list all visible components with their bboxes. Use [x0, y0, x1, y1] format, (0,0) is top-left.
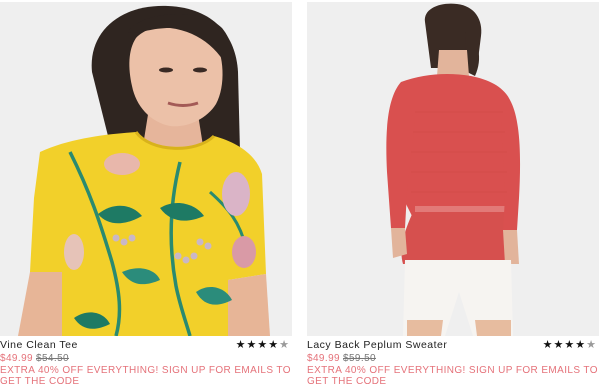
star-icon: ★	[246, 339, 258, 351]
product-title-row: Vine Clean Tee ★★★★★	[0, 339, 292, 353]
promo-message: EXTRA 40% OFF EVERYTHING! SIGN UP FOR EM…	[307, 365, 598, 387]
star-icon: ★	[257, 339, 269, 351]
half-star-icon: ★	[586, 339, 597, 351]
product-image[interactable]	[0, 2, 292, 336]
product-grid: Vine Clean Tee ★★★★★ $49.99 $54.50 EXTRA …	[0, 0, 600, 387]
star-icon: ★	[575, 339, 587, 351]
product-title-row: Lacy Back Peplum Sweater ★★★★★	[307, 339, 599, 353]
star-icon: ★	[542, 339, 554, 351]
original-price: $54.50	[36, 353, 69, 364]
product-image[interactable]	[307, 2, 599, 336]
product-card-vine-clean-tee[interactable]: Vine Clean Tee ★★★★★ $49.99 $54.50 EXTRA …	[0, 0, 292, 387]
promo-message: EXTRA 40% OFF EVERYTHING! SIGN UP FOR EM…	[0, 365, 291, 387]
sale-price: $49.99	[307, 353, 340, 364]
star-icon: ★	[235, 339, 247, 351]
rating-stars[interactable]: ★★★★★	[543, 338, 597, 351]
product-card-lacy-back-peplum-sweater[interactable]: Lacy Back Peplum Sweater ★★★★★ $49.99 $59…	[307, 0, 599, 387]
rating-stars[interactable]: ★★★★★	[236, 338, 290, 351]
star-icon: ★	[268, 339, 280, 351]
product-name[interactable]: Lacy Back Peplum Sweater	[307, 339, 447, 351]
half-star-icon: ★	[279, 339, 290, 351]
original-price: $59.50	[343, 353, 376, 364]
star-icon: ★	[564, 339, 576, 351]
star-icon: ★	[553, 339, 565, 351]
price-row: $49.99 $54.50	[0, 353, 69, 365]
sale-price: $49.99	[0, 353, 33, 364]
price-row: $49.99 $59.50	[307, 353, 376, 365]
product-name[interactable]: Vine Clean Tee	[0, 339, 78, 351]
